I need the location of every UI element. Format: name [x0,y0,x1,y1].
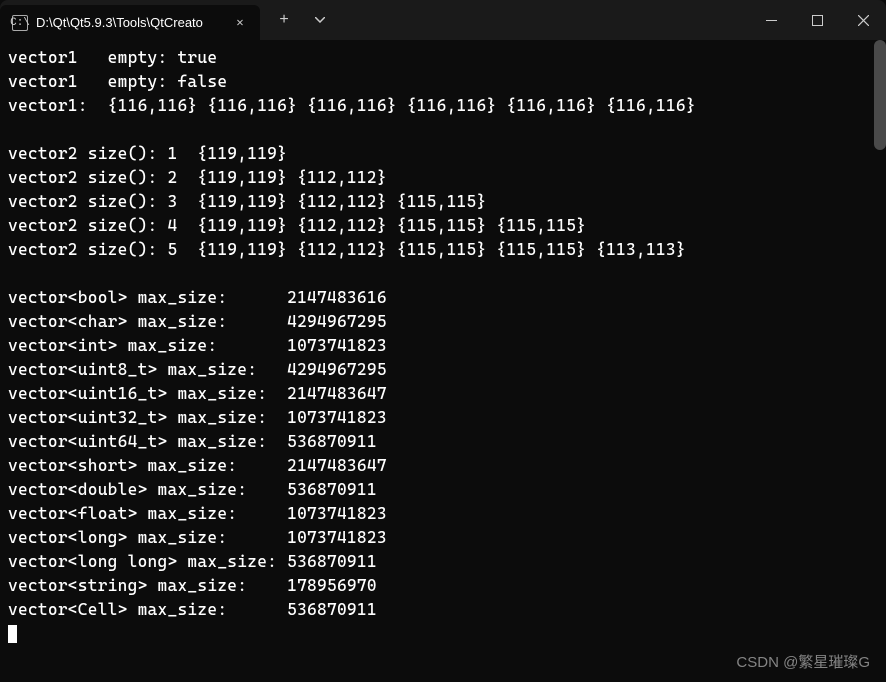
output-line: vector2 size(): 2 {119,119} {112,112} [8,166,878,190]
minimize-button[interactable] [748,0,794,40]
output-line: vector<char> max_size: 4294967295 [8,310,878,334]
output-line: vector<int> max_size: 1073741823 [8,334,878,358]
output-line: vector<float> max_size: 1073741823 [8,502,878,526]
output-line: vector<long> max_size: 1073741823 [8,526,878,550]
watermark-text: CSDN @繁星璀璨G [736,651,870,672]
output-line: vector2 size(): 4 {119,119} {112,112} {1… [8,214,878,238]
output-line: vector<Cell> max_size: 536870911 [8,598,878,622]
output-line: vector2 size(): 3 {119,119} {112,112} {1… [8,190,878,214]
output-line: vector<double> max_size: 536870911 [8,478,878,502]
maximize-icon [812,15,823,26]
output-line: vector<uint16_t> max_size: 2147483647 [8,382,878,406]
terminal-icon: C:\ [12,15,28,31]
chevron-down-icon [315,17,325,23]
output-line: vector1: {116,116} {116,116} {116,116} {… [8,94,878,118]
tab-title: D:\Qt\Qt5.9.3\Tools\QtCreato [36,15,224,30]
minimize-icon [766,20,777,21]
output-line: vector<long long> max_size: 536870911 [8,550,878,574]
output-line: vector1 empty: true [8,46,878,70]
output-line: vector<uint64_t> max_size: 536870911 [8,430,878,454]
tab-close-button[interactable]: ✕ [232,15,248,31]
vertical-scrollbar[interactable] [874,40,886,150]
terminal-cursor [8,625,17,643]
output-line: vector<short> max_size: 2147483647 [8,454,878,478]
output-blank [8,118,878,142]
maximize-button[interactable] [794,0,840,40]
output-line: vector<uint8_t> max_size: 4294967295 [8,358,878,382]
terminal-output: vector1 empty: truevector1 empty: falsev… [0,40,886,652]
close-button[interactable] [840,0,886,40]
active-tab[interactable]: C:\ D:\Qt\Qt5.9.3\Tools\QtCreato ✕ [0,5,260,40]
close-icon [858,15,869,26]
output-line: vector1 empty: false [8,70,878,94]
output-line: vector<string> max_size: 178956970 [8,574,878,598]
output-line: vector<bool> max_size: 2147483616 [8,286,878,310]
window-controls [748,0,886,40]
output-line: vector<uint32_t> max_size: 1073741823 [8,406,878,430]
new-tab-button[interactable]: + [266,2,302,38]
tab-dropdown-button[interactable] [302,2,338,38]
output-blank [8,262,878,286]
output-line: vector2 size(): 1 {119,119} [8,142,878,166]
titlebar: C:\ D:\Qt\Qt5.9.3\Tools\QtCreato ✕ + [0,0,886,40]
output-line: vector2 size(): 5 {119,119} {112,112} {1… [8,238,878,262]
